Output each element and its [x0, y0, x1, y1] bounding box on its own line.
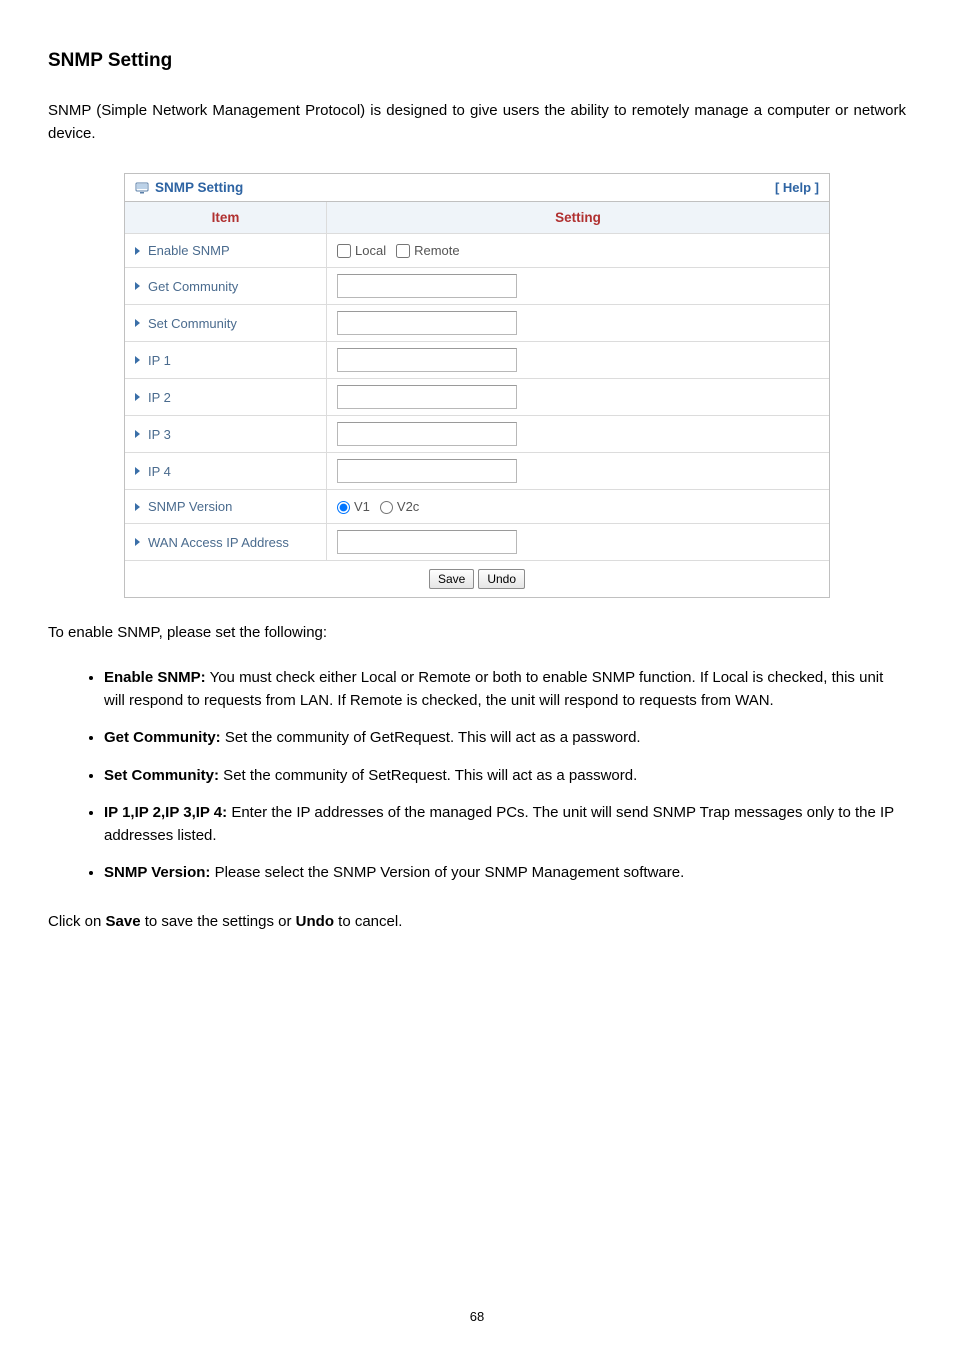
- row-ip4: IP 4: [125, 453, 829, 490]
- list-item: Set Community: Set the community of SetR…: [104, 765, 906, 788]
- arrow-icon: [135, 503, 140, 511]
- closing-text: to save the settings or: [141, 913, 296, 930]
- arrow-icon: [135, 430, 140, 438]
- label-text: Set Community: [148, 316, 237, 331]
- v2c-radio-label[interactable]: V2c: [380, 499, 419, 514]
- help-link[interactable]: [ Help ]: [775, 180, 819, 195]
- bold-term: SNMP Version:: [104, 864, 210, 881]
- closing-text: Click on: [48, 913, 106, 930]
- list-item: IP 1,IP 2,IP 3,IP 4: Enter the IP addres…: [104, 802, 906, 847]
- get-community-input[interactable]: [337, 274, 517, 298]
- row-enable-snmp: Enable SNMP Local Remote: [125, 234, 829, 268]
- undo-button[interactable]: Undo: [478, 569, 525, 589]
- row-wan-access: WAN Access IP Address: [125, 524, 829, 561]
- remote-checkbox[interactable]: [396, 244, 410, 258]
- label-text: IP 3: [148, 427, 171, 442]
- label-wan-access: WAN Access IP Address: [125, 524, 327, 560]
- arrow-icon: [135, 393, 140, 401]
- list-text: Please select the SNMP Version of your S…: [210, 864, 684, 881]
- v1-text: V1: [354, 499, 370, 514]
- label-text: IP 1: [148, 353, 171, 368]
- ip1-input[interactable]: [337, 348, 517, 372]
- v1-radio-label[interactable]: V1: [337, 499, 370, 514]
- button-row: Save Undo: [125, 561, 829, 597]
- label-ip1: IP 1: [125, 342, 327, 378]
- panel-title: SNMP Setting: [135, 180, 243, 195]
- label-text: Enable SNMP: [148, 243, 230, 258]
- local-checkbox[interactable]: [337, 244, 351, 258]
- ip2-input[interactable]: [337, 385, 517, 409]
- closing-undo-bold: Undo: [296, 913, 334, 930]
- row-set-community: Set Community: [125, 305, 829, 342]
- bold-term: IP 1,IP 2,IP 3,IP 4:: [104, 804, 227, 821]
- label-text: WAN Access IP Address: [148, 535, 289, 550]
- page-number: 68: [0, 1309, 954, 1324]
- local-checkbox-label[interactable]: Local: [337, 243, 386, 259]
- label-text: SNMP Version: [148, 499, 232, 514]
- row-snmp-version: SNMP Version V1 V2c: [125, 490, 829, 524]
- label-get-community: Get Community: [125, 268, 327, 304]
- col-setting-header: Setting: [327, 202, 829, 233]
- list-item: SNMP Version: Please select the SNMP Ver…: [104, 862, 906, 885]
- arrow-icon: [135, 538, 140, 546]
- ip4-input[interactable]: [337, 459, 517, 483]
- bold-term: Get Community:: [104, 729, 221, 746]
- bold-term: Enable SNMP:: [104, 669, 206, 686]
- row-ip1: IP 1: [125, 342, 829, 379]
- row-get-community: Get Community: [125, 268, 829, 305]
- local-text: Local: [355, 243, 386, 258]
- label-text: IP 2: [148, 390, 171, 405]
- col-item-header: Item: [125, 202, 327, 233]
- sub-intro: To enable SNMP, please set the following…: [48, 624, 906, 641]
- v2c-radio[interactable]: [380, 501, 393, 514]
- closing-paragraph: Click on Save to save the settings or Un…: [48, 913, 906, 930]
- panel-header: SNMP Setting [ Help ]: [125, 174, 829, 202]
- table-header-row: Item Setting: [125, 202, 829, 234]
- label-text: Get Community: [148, 279, 238, 294]
- label-enable-snmp: Enable SNMP: [125, 234, 327, 267]
- closing-save-bold: Save: [106, 913, 141, 930]
- arrow-icon: [135, 356, 140, 364]
- ip3-input[interactable]: [337, 422, 517, 446]
- label-text: IP 4: [148, 464, 171, 479]
- arrow-icon: [135, 319, 140, 327]
- arrow-icon: [135, 467, 140, 475]
- list-text: Set the community of SetRequest. This wi…: [219, 767, 637, 784]
- arrow-icon: [135, 282, 140, 290]
- list-text: You must check either Local or Remote or…: [104, 669, 883, 709]
- bold-term: Set Community:: [104, 767, 219, 784]
- list-item: Enable SNMP: You must check either Local…: [104, 667, 906, 712]
- intro-paragraph: SNMP (Simple Network Management Protocol…: [48, 100, 906, 145]
- arrow-icon: [135, 247, 140, 255]
- instruction-list: Enable SNMP: You must check either Local…: [48, 667, 906, 885]
- label-ip2: IP 2: [125, 379, 327, 415]
- list-text: Set the community of GetRequest. This wi…: [221, 729, 641, 746]
- label-snmp-version: SNMP Version: [125, 490, 327, 523]
- snmp-setting-panel: SNMP Setting [ Help ] Item Setting Enabl…: [124, 173, 830, 598]
- label-ip4: IP 4: [125, 453, 327, 489]
- panel-icon: [135, 182, 149, 194]
- list-item: Get Community: Set the community of GetR…: [104, 727, 906, 750]
- section-heading: SNMP Setting: [48, 50, 906, 72]
- label-set-community: Set Community: [125, 305, 327, 341]
- set-community-input[interactable]: [337, 311, 517, 335]
- remote-text: Remote: [414, 243, 460, 258]
- panel-title-text: SNMP Setting: [155, 180, 243, 195]
- wan-access-input[interactable]: [337, 530, 517, 554]
- label-ip3: IP 3: [125, 416, 327, 452]
- v2c-text: V2c: [397, 499, 419, 514]
- save-button[interactable]: Save: [429, 569, 474, 589]
- remote-checkbox-label[interactable]: Remote: [396, 243, 460, 259]
- closing-text: to cancel.: [334, 913, 402, 930]
- row-ip2: IP 2: [125, 379, 829, 416]
- row-ip3: IP 3: [125, 416, 829, 453]
- setting-enable-snmp: Local Remote: [327, 234, 829, 267]
- v1-radio[interactable]: [337, 501, 350, 514]
- setting-snmp-version: V1 V2c: [327, 490, 829, 523]
